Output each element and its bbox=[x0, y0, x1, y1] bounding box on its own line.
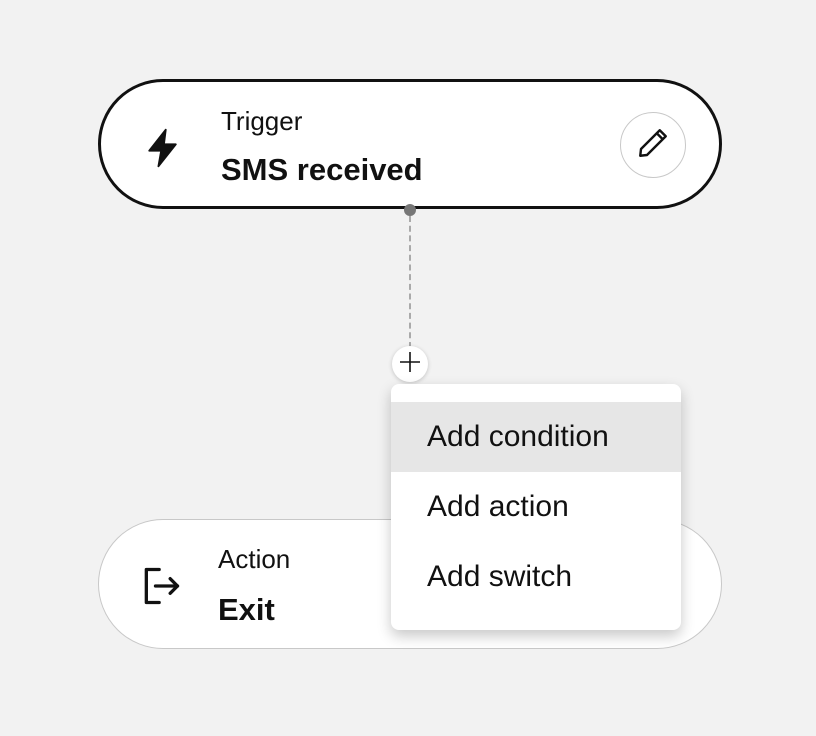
menu-item-add-condition[interactable]: Add condition bbox=[391, 402, 681, 472]
node-title: Exit bbox=[218, 592, 275, 627]
menu-item-add-switch[interactable]: Add switch bbox=[391, 542, 681, 612]
connector-line bbox=[409, 216, 411, 348]
edit-button[interactable] bbox=[620, 112, 686, 178]
node-title: SMS received bbox=[221, 152, 423, 187]
add-step-button[interactable] bbox=[392, 346, 428, 382]
plus-icon bbox=[398, 350, 422, 379]
trigger-node[interactable]: Trigger SMS received bbox=[98, 79, 722, 209]
node-type-label: Trigger bbox=[221, 106, 303, 136]
exit-icon bbox=[139, 564, 183, 608]
menu-item-add-action[interactable]: Add action bbox=[391, 472, 681, 542]
connector-dot bbox=[404, 204, 416, 216]
lightning-icon bbox=[141, 126, 185, 170]
add-step-menu: Add condition Add action Add switch bbox=[391, 384, 681, 630]
pencil-icon bbox=[635, 125, 671, 166]
node-type-label: Action bbox=[218, 544, 291, 574]
